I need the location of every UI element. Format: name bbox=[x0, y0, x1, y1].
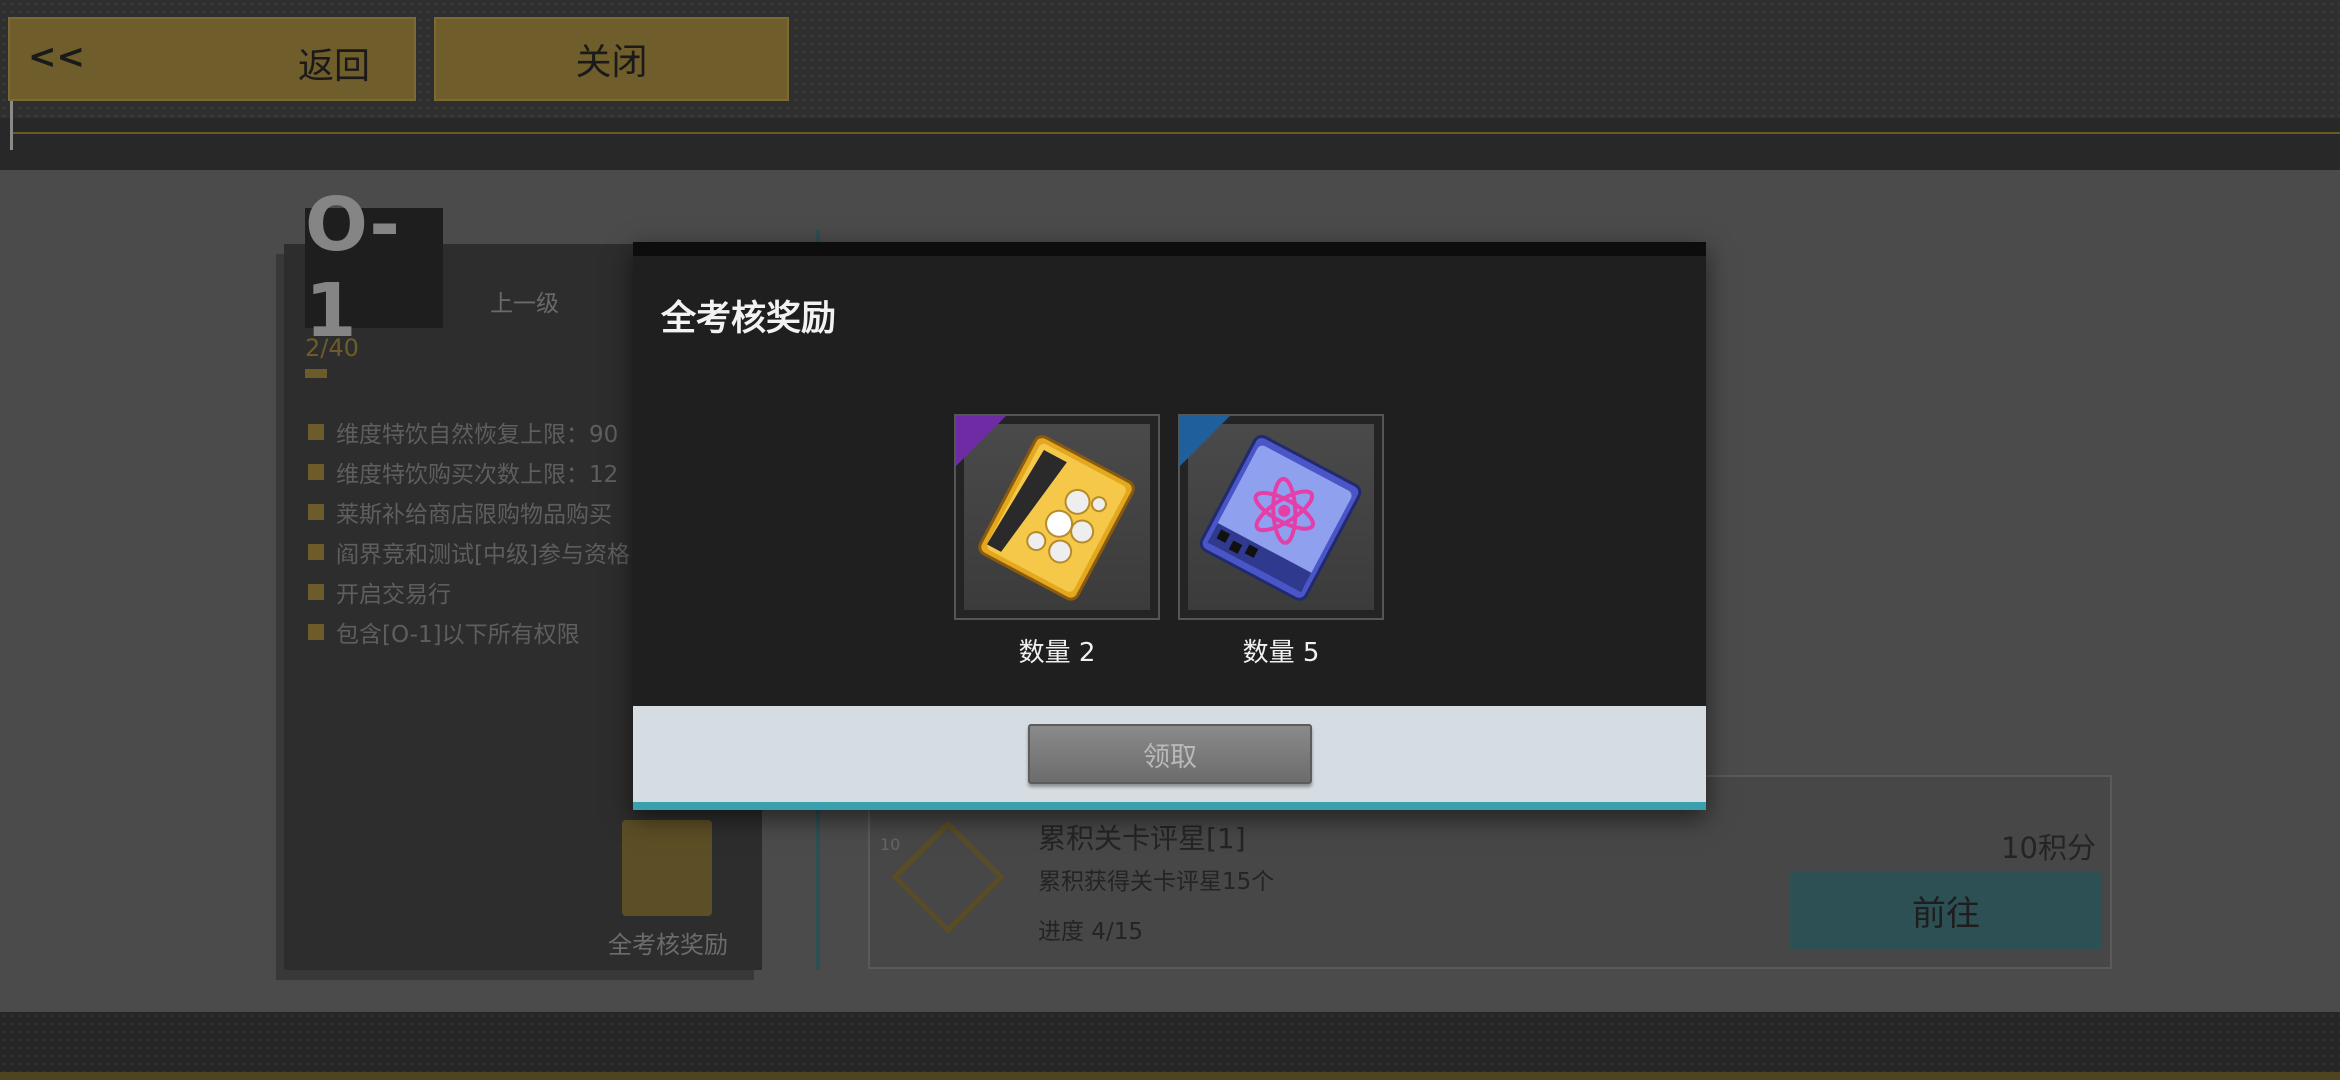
perk-item: 莱斯补给商店限购物品购买 bbox=[308, 492, 638, 532]
bullet-icon bbox=[308, 584, 324, 600]
claim-button[interactable]: 领取 bbox=[1028, 724, 1312, 784]
top-bar: << 返回 关闭 bbox=[0, 0, 2340, 170]
bottom-gold-strip bbox=[0, 1072, 2340, 1080]
bullet-icon bbox=[308, 544, 324, 560]
all-assess-reward-label[interactable]: 全考核奖励 bbox=[608, 925, 728, 960]
goto-button[interactable]: 前往 bbox=[1790, 871, 2102, 949]
star-badge-icon bbox=[891, 820, 1005, 934]
task-description: 累积获得关卡评星15个 bbox=[1038, 869, 1275, 895]
back-button[interactable]: << 返回 bbox=[8, 17, 416, 101]
perk-item: 维度特饮购买次数上限：12 bbox=[308, 452, 638, 492]
reward-item[interactable] bbox=[1178, 414, 1384, 620]
reward-modal: 全考核奖励 数量 2 数量 5 领取 bbox=[633, 242, 1706, 810]
back-arrow-icon: << bbox=[28, 37, 85, 77]
bullet-icon bbox=[308, 624, 324, 640]
modal-footer-accent bbox=[633, 802, 1706, 810]
perk-list: 维度特饮自然恢复上限：90 维度特饮购买次数上限：12 莱斯补给商店限购物品购买… bbox=[308, 412, 638, 652]
reward-item[interactable] bbox=[954, 414, 1160, 620]
modal-body: 全考核奖励 数量 2 数量 5 bbox=[633, 256, 1706, 706]
top-divider bbox=[10, 132, 2340, 134]
rarity-corner-blue bbox=[1180, 416, 1230, 466]
task-tier: 10 bbox=[880, 835, 901, 854]
level-progress: 2/40 bbox=[305, 334, 359, 362]
perk-item: 开启交易行 bbox=[308, 572, 638, 612]
perk-item: 维度特饮自然恢复上限：90 bbox=[308, 412, 638, 452]
reward-quantity: 数量 5 bbox=[1242, 638, 1320, 668]
rarity-corner-purple bbox=[956, 416, 1006, 466]
modal-top-strip bbox=[633, 242, 1706, 256]
bullet-icon bbox=[308, 504, 324, 520]
perk-item: 阎界竞和测试[中级]参与资格 bbox=[308, 532, 638, 572]
task-title: 累积关卡评星[1] bbox=[1038, 822, 1246, 855]
level-badge: O-1 bbox=[305, 182, 443, 354]
close-button[interactable]: 关闭 bbox=[434, 17, 789, 101]
perk-item: 包含[O-1]以下所有权限 bbox=[308, 612, 638, 652]
bullet-icon bbox=[308, 424, 324, 440]
top-stripe bbox=[0, 118, 2340, 170]
task-points: 10积分 bbox=[2001, 831, 2096, 865]
modal-footer: 领取 bbox=[633, 706, 1706, 810]
bottom-bar bbox=[0, 1012, 2340, 1080]
reward-bag-icon[interactable] bbox=[622, 820, 712, 916]
bullet-icon bbox=[308, 464, 324, 480]
reward-quantity: 数量 2 bbox=[1018, 638, 1096, 668]
prev-level-tab[interactable]: 上一级 bbox=[490, 284, 559, 318]
level-progress-bar bbox=[305, 369, 327, 378]
task-progress: 进度 4/15 bbox=[1038, 919, 1143, 945]
screen: << 返回 关闭 O-1 上一级 2/40 维度特饮自然恢复上限：90 维度特饮… bbox=[0, 0, 2340, 1080]
close-label: 关闭 bbox=[575, 42, 648, 83]
back-label: 返回 bbox=[298, 46, 371, 87]
modal-title: 全考核奖励 bbox=[661, 299, 837, 339]
